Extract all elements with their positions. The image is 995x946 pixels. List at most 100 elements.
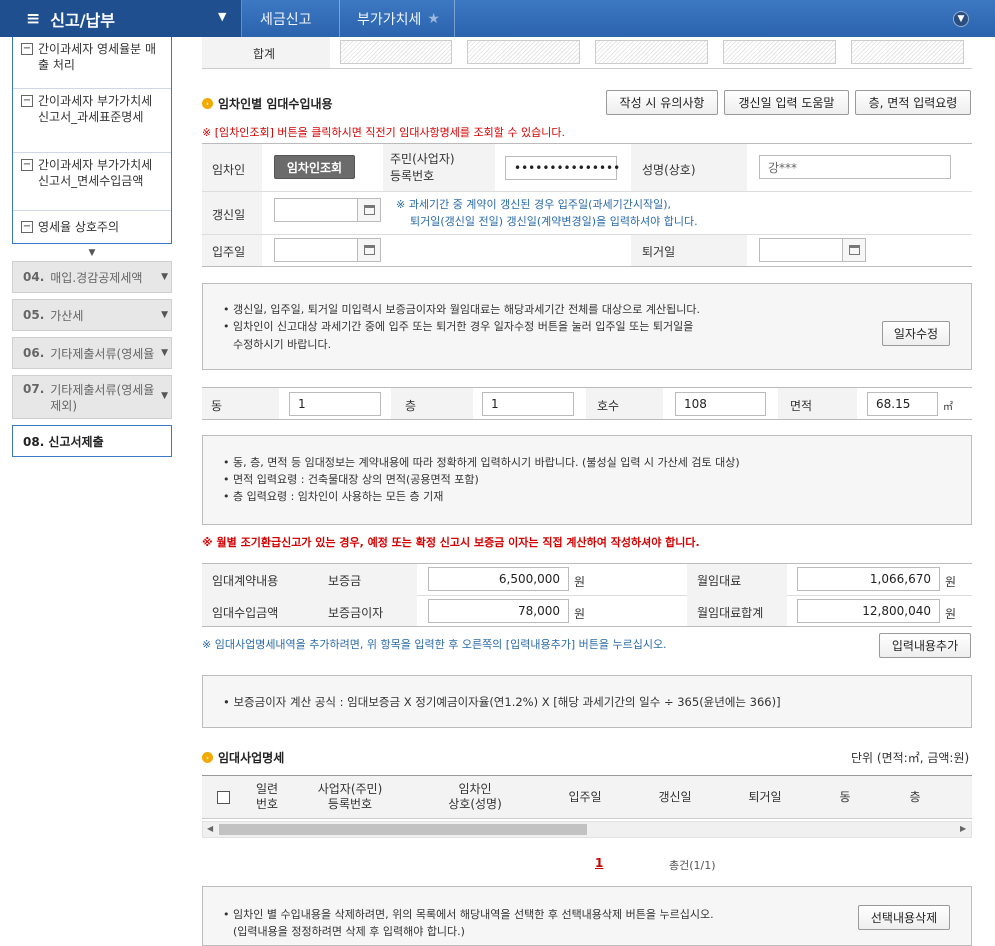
info-line: (입력내용을 정정하려면 삭제 후 입력해야 합니다.) — [233, 925, 465, 938]
info-line: • 동, 층, 면적 등 임대정보는 계약내용에 따라 정확하게 입력하시기 바… — [223, 456, 740, 469]
sidebar-group-08-selected[interactable]: 08. 신고서제출 — [12, 425, 172, 457]
info-line: • 임차인이 신고대상 과세기간 중에 입주 또는 퇴거한 경우 일자수정 버튼… — [223, 320, 694, 333]
sidebar-group-07[interactable]: 07. 기타제출서류(영세율 제외) ▼ — [12, 375, 172, 419]
won-unit: 원 — [945, 575, 957, 589]
sidebar-item-label: 영세율 상호주의 — [38, 220, 120, 234]
monthly-rent-total-input[interactable]: 12,800,040 — [797, 599, 940, 623]
floor-area-guide-button[interactable]: 층, 면적 입력요령 — [855, 90, 971, 115]
chevron-down-icon: ▼ — [161, 310, 168, 320]
menu-title[interactable]: ≡ 신고/납부 ▼ — [0, 0, 242, 37]
name-label: 성명(상호) — [642, 163, 696, 177]
sidebar-item-zero-rate-sales[interactable]: − 간이과세자 영세율분 매출 처리 — [13, 37, 171, 88]
sidebar-group-05[interactable]: 05. 가산세 ▼ — [12, 299, 172, 331]
breadcrumb-separator — [437, 0, 455, 37]
info-line: • 면적 입력요령 : 건축물대장 상의 면적(공용면적 포함) — [223, 473, 479, 486]
sidebar-item-label: 간이과세자 부가가치세 신고서_과세표준명세 — [38, 94, 153, 124]
deposit-label: 보증금 — [328, 574, 362, 588]
regno-label-line2: 등록번호 — [390, 169, 435, 183]
calendar-icon[interactable] — [842, 238, 866, 262]
sidebar-item-tax-exempt[interactable]: − 간이과세자 부가가치세 신고서_면세수입금액 — [13, 152, 171, 210]
divider — [202, 191, 972, 192]
tenant-lookup-warning: ※ [임차인조회] 버튼을 클릭하시면 직전기 임대사항명세를 조회할 수 있습… — [202, 126, 565, 139]
column-header: 사업자(주민) 등록번호 — [317, 782, 383, 811]
regno-input[interactable]: ••••••••••••••• — [505, 156, 620, 180]
page-number[interactable]: 1 — [595, 856, 603, 870]
floor-input[interactable]: 1 — [482, 392, 574, 416]
deposit-interest-label: 보증금이자 — [328, 606, 384, 620]
section-title-tenant-income: › 임차인별 임대수입내용 — [202, 95, 333, 112]
total-cell — [340, 40, 452, 64]
sidebar-item-reciprocity[interactable]: − 영세율 상호주의 — [13, 210, 171, 243]
add-entry-button[interactable]: 입력내용추가 — [879, 633, 971, 658]
minus-square-icon: − — [21, 159, 33, 171]
group-label: 기타제출서류(영세율 — [50, 346, 155, 361]
total-cell — [467, 40, 580, 64]
writing-notes-button[interactable]: 작성 시 유의사항 — [606, 90, 718, 115]
section-title-text: 임차인별 임대수입내용 — [218, 97, 333, 111]
area-input[interactable]: 68.15 — [867, 392, 938, 416]
group-number: 05. — [23, 308, 45, 322]
sidebar: − 간이과세자 영세율분 매출 처리 − 간이과세자 부가가치세 신고서_과세표… — [12, 37, 172, 457]
monthly-rent-total-label: 월임대료합계 — [697, 606, 764, 620]
area-label: 면적 — [790, 399, 813, 413]
calendar-icon[interactable] — [357, 238, 381, 262]
sidebar-item-tax-base[interactable]: − 간이과세자 부가가치세 신고서_과세표준명세 — [13, 88, 171, 152]
ho-input[interactable]: 108 — [675, 392, 766, 416]
chevron-down-icon[interactable]: ▼ — [953, 11, 969, 27]
group-number: 04. — [23, 270, 45, 284]
minus-square-icon: − — [21, 43, 33, 55]
tenant-lookup-button[interactable]: 임차인조회 — [274, 155, 355, 179]
dong-input[interactable]: 1 — [289, 392, 381, 416]
renewal-date-input[interactable] — [274, 198, 358, 222]
scrollbar-thumb[interactable] — [219, 824, 587, 835]
total-cell — [851, 40, 964, 64]
early-refund-warning: ※ 월별 조기환급신고가 있는 경우, 예정 또는 확정 신고시 보증금 이자는… — [202, 536, 700, 549]
move-in-date-input[interactable] — [274, 238, 358, 262]
total-cell — [595, 40, 708, 64]
divider — [202, 234, 972, 235]
monthly-rent-label: 월임대료 — [697, 574, 742, 588]
bullet-icon: › — [202, 98, 213, 109]
sidebar-item-label: 간이과세자 부가가치세 신고서_면세수입금액 — [38, 158, 153, 188]
info-line: • 갱신일, 입주일, 퇴거일 미입력시 보증금이자와 월임대료는 해당과세기간… — [223, 303, 700, 316]
move-out-date-label: 퇴거일 — [642, 245, 676, 259]
date-info-box: • 갱신일, 입주일, 퇴거일 미입력시 보증금이자와 월임대료는 해당과세기간… — [202, 283, 972, 370]
dong-label: 동 — [211, 399, 223, 413]
breadcrumb-tax-filing[interactable]: 세금신고 — [260, 0, 312, 37]
divider — [202, 266, 972, 267]
top-bar: ≡ 신고/납부 ▼ 세금신고 부가가치세 ★ ▼ — [0, 0, 995, 37]
scroll-left-icon[interactable]: ◀ — [207, 824, 213, 833]
deposit-interest-input[interactable]: 78,000 — [428, 599, 569, 623]
divider — [202, 818, 972, 819]
chevron-down-icon: ▼ — [161, 348, 168, 358]
won-unit: 원 — [945, 607, 957, 621]
floor-label-cell — [391, 388, 473, 419]
column-header: 층 — [909, 789, 921, 804]
select-all-cell — [202, 776, 244, 818]
minus-square-icon: − — [21, 95, 33, 107]
delete-selected-button[interactable]: 선택내용삭제 — [858, 905, 950, 930]
horizontal-scrollbar[interactable]: ◀ ▶ — [202, 821, 972, 838]
info-line: 수정하시기 바랍니다. — [233, 338, 332, 351]
hamburger-icon[interactable]: ≡ — [26, 9, 40, 29]
divider — [202, 68, 972, 69]
monthly-rent-input[interactable]: 1,066,670 — [797, 567, 940, 591]
total-label: 합계 — [253, 47, 276, 61]
edit-dates-button[interactable]: 일자수정 — [882, 321, 950, 346]
deposit-input[interactable]: 6,500,000 — [428, 567, 569, 591]
delete-info-box: • 임차인 별 수입내용을 삭제하려면, 위의 목록에서 해당내역을 선택한 후… — [202, 886, 972, 946]
move-in-date-label: 입주일 — [212, 245, 246, 259]
scroll-right-icon[interactable]: ▶ — [960, 824, 966, 833]
column-header: 동 — [839, 789, 851, 804]
divider — [202, 419, 972, 420]
select-all-checkbox[interactable] — [216, 790, 230, 804]
sidebar-group-04[interactable]: 04. 매입.경감공제세액 ▼ — [12, 261, 172, 293]
breadcrumb-vat[interactable]: 부가가치세 ★ — [357, 0, 440, 37]
menu-title-label: 신고/납부 — [50, 10, 115, 30]
info-line: • 층 입력요령 : 임차인이 사용하는 모든 층 기재 — [223, 490, 444, 503]
move-out-date-input[interactable] — [759, 238, 843, 262]
renewal-help-button[interactable]: 갱신일 입력 도움말 — [724, 90, 849, 115]
sidebar-group-06[interactable]: 06. 기타제출서류(영세율 ▼ — [12, 337, 172, 369]
calendar-icon[interactable] — [357, 198, 381, 222]
triangle-down-icon: ▼ — [88, 248, 96, 258]
